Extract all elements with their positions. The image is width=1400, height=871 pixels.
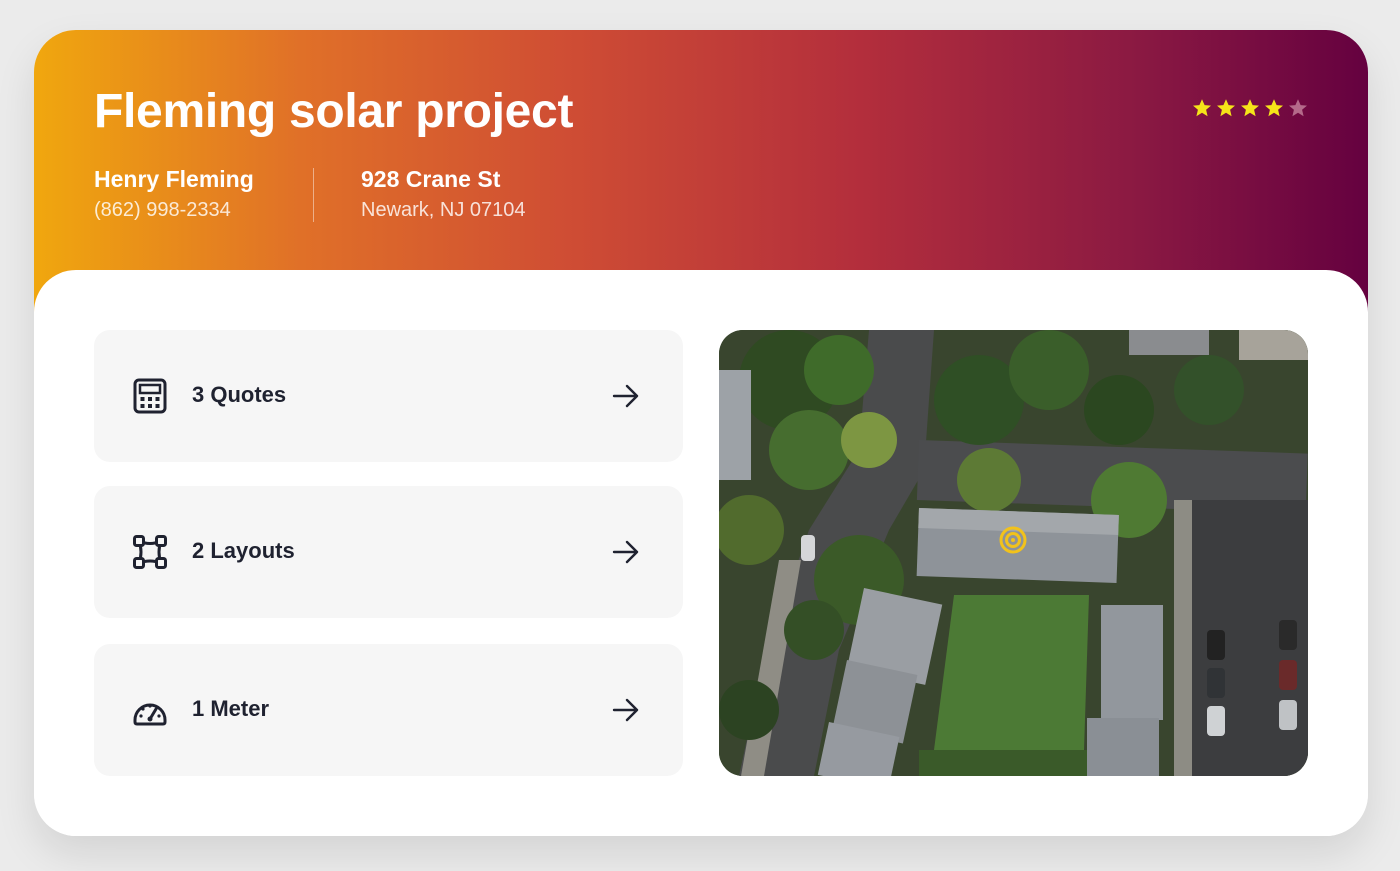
meter-icon bbox=[133, 703, 167, 726]
satellite-image bbox=[719, 330, 1308, 776]
calculator-icon bbox=[133, 378, 167, 414]
contact-info: Henry Fleming (862) 998-2334 bbox=[94, 166, 254, 222]
meter-tile[interactable]: 1 Meter bbox=[94, 644, 683, 776]
star-filled-icon[interactable] bbox=[1216, 98, 1236, 118]
star-filled-icon[interactable] bbox=[1264, 98, 1284, 118]
star-empty-icon[interactable] bbox=[1288, 98, 1308, 118]
tile-label-meter: 1 Meter bbox=[192, 696, 270, 721]
page-title: Fleming solar project bbox=[94, 85, 574, 138]
address-street: 928 Crane St bbox=[361, 166, 501, 192]
layouts-tile[interactable]: 2 Layouts bbox=[94, 486, 683, 618]
address-info: 928 Crane St Newark, NJ 07104 bbox=[361, 166, 526, 222]
star-rating[interactable] bbox=[1192, 98, 1308, 118]
layout-icon bbox=[133, 535, 167, 569]
project-card: Fleming solar project Henry Fleming (862… bbox=[34, 30, 1368, 836]
satellite-map[interactable] bbox=[719, 330, 1308, 776]
star-filled-icon[interactable] bbox=[1240, 98, 1260, 118]
arrow-right-icon[interactable] bbox=[612, 539, 640, 565]
tile-label-quotes: 3 Quotes bbox=[192, 382, 287, 407]
quotes-tile[interactable]: 3 Quotes bbox=[94, 330, 683, 462]
contact-name: Henry Fleming bbox=[94, 166, 254, 192]
address-city: Newark, NJ 07104 bbox=[361, 199, 526, 221]
tile-label-layouts: 2 Layouts bbox=[192, 538, 295, 563]
arrow-right-icon[interactable] bbox=[612, 383, 640, 409]
content-panel: 3 Quotes 2 Layouts 1 Meter bbox=[34, 270, 1368, 836]
header-divider bbox=[313, 168, 314, 222]
contact-phone[interactable]: (862) 998-2334 bbox=[94, 199, 254, 222]
star-filled-icon[interactable] bbox=[1192, 98, 1212, 118]
arrow-right-icon[interactable] bbox=[612, 697, 640, 723]
